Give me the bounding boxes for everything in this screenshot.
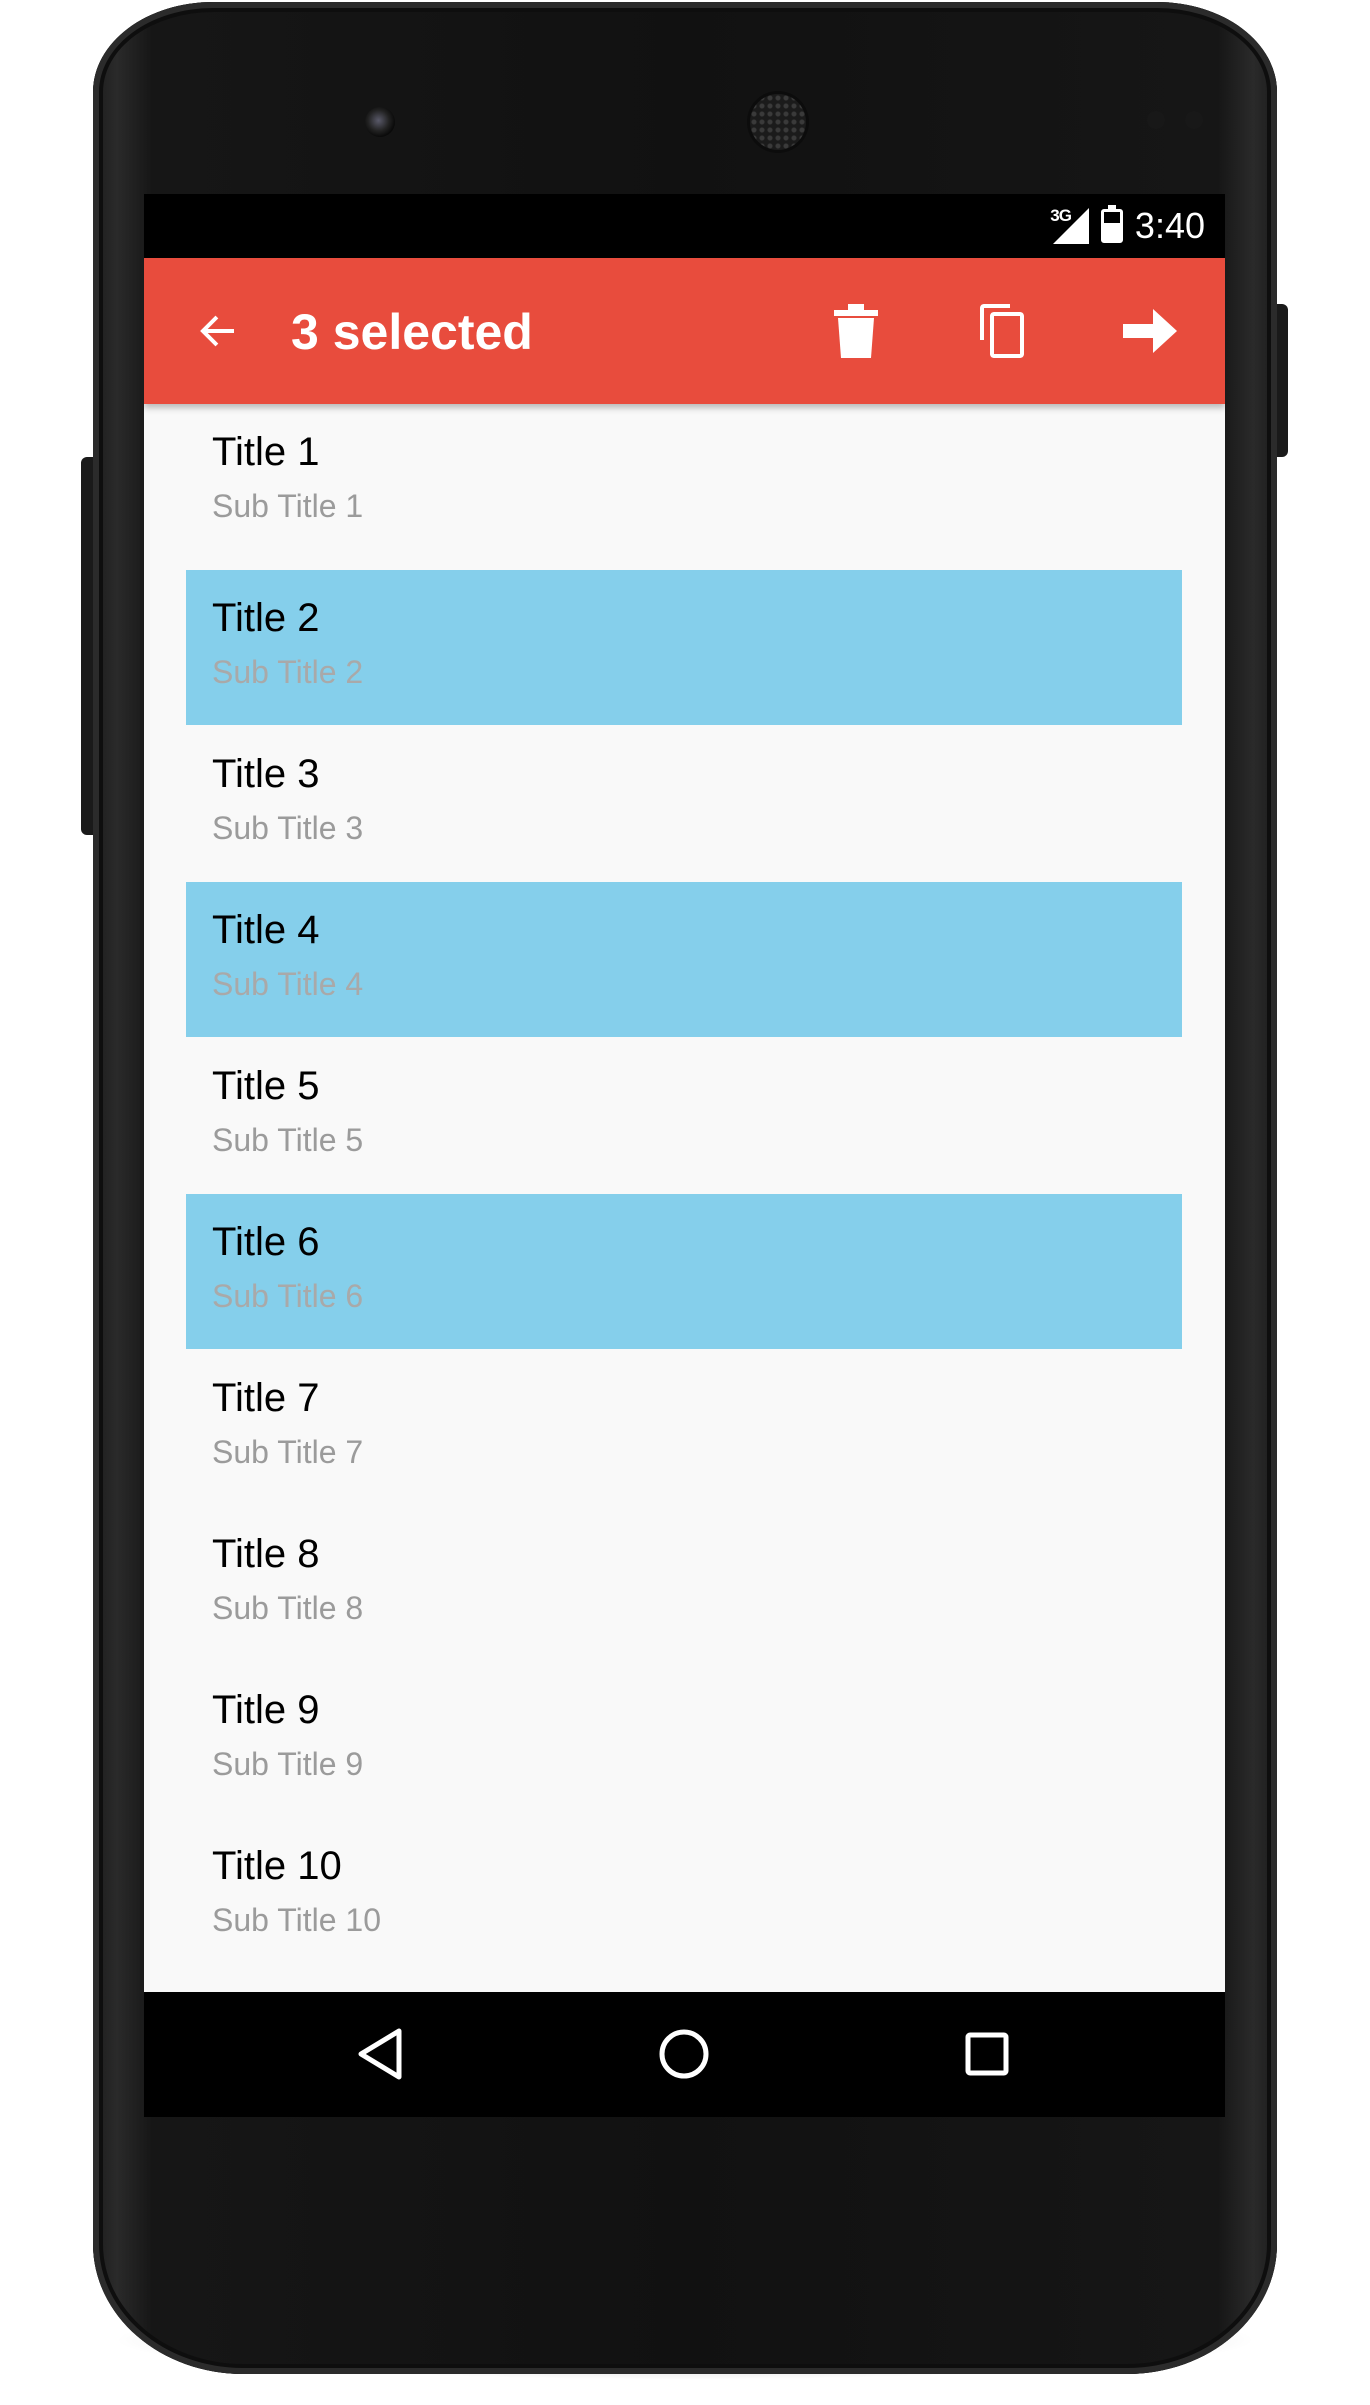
nav-home-circle-icon <box>659 2029 709 2079</box>
delete-icon <box>834 304 878 358</box>
item-title: Title 10 <box>212 1844 342 1888</box>
list-item[interactable]: Title 3 Sub Title 3 <box>186 726 1182 881</box>
selection-count-title: 3 selected <box>291 304 533 360</box>
item-subtitle: Sub Title 4 <box>212 966 364 1002</box>
delete-button[interactable] <box>816 291 896 371</box>
device-stage: 3G 3:40 3 selected Title 1 Sub Title 1 T… <box>0 0 1370 2405</box>
forward-arrow-icon <box>1123 309 1177 353</box>
item-title: Title 5 <box>212 1064 320 1108</box>
item-title: Title 6 <box>212 1220 320 1264</box>
nav-back-button[interactable] <box>340 2014 420 2094</box>
list-item[interactable]: Title 8 Sub Title 8 <box>186 1506 1182 1661</box>
proximity-sensor-icon <box>1147 111 1165 129</box>
copy-icon <box>980 304 1024 358</box>
list-item[interactable]: Title 4 Sub Title 4 <box>186 882 1182 1037</box>
item-title: Title 7 <box>212 1376 320 1420</box>
item-subtitle: Sub Title 1 <box>212 488 364 524</box>
item-title: Title 2 <box>212 596 320 640</box>
item-subtitle: Sub Title 5 <box>212 1122 364 1158</box>
list-item[interactable]: Title 10 Sub Title 10 <box>186 1818 1182 1973</box>
item-subtitle: Sub Title 6 <box>212 1278 364 1314</box>
list-item[interactable]: Title 5 Sub Title 5 <box>186 1038 1182 1193</box>
earpiece-speaker-icon <box>750 94 806 150</box>
item-title: Title 1 <box>212 430 320 474</box>
item-title: Title 9 <box>212 1688 320 1732</box>
nav-recents-square-icon <box>965 2032 1009 2076</box>
item-list: Title 1 Sub Title 1 Title 2 Sub Title 2 … <box>144 404 1225 1992</box>
battery-icon <box>1100 205 1123 243</box>
item-title: Title 3 <box>212 752 320 796</box>
front-camera-icon <box>365 107 395 137</box>
status-bar: 3G 3:40 <box>144 194 1225 258</box>
item-subtitle: Sub Title 7 <box>212 1434 364 1470</box>
nav-home-button[interactable] <box>644 2014 724 2094</box>
item-subtitle: Sub Title 10 <box>212 1902 381 1938</box>
item-subtitle: Sub Title 2 <box>212 654 364 690</box>
list-item[interactable]: Title 1 Sub Title 1 <box>186 404 1182 559</box>
phone-screen: 3G 3:40 3 selected Title 1 Sub Title 1 T… <box>144 194 1225 2117</box>
back-button[interactable] <box>178 291 258 371</box>
item-subtitle: Sub Title 3 <box>212 810 364 846</box>
item-title: Title 8 <box>212 1532 320 1576</box>
list-item[interactable]: Title 7 Sub Title 7 <box>186 1350 1182 1505</box>
nav-recents-button[interactable] <box>947 2014 1027 2094</box>
item-subtitle: Sub Title 8 <box>212 1590 364 1626</box>
system-navigation-bar <box>144 1992 1225 2117</box>
item-subtitle: Sub Title 9 <box>212 1746 364 1782</box>
arrow-back-icon <box>200 315 234 347</box>
contextual-action-bar: 3 selected <box>144 258 1225 404</box>
nav-back-triangle-icon <box>358 2028 402 2080</box>
list-item[interactable]: Title 2 Sub Title 2 <box>186 570 1182 725</box>
status-indicators: 3G 3:40 <box>1050 204 1205 248</box>
forward-button[interactable] <box>1110 291 1190 371</box>
item-title: Title 4 <box>212 908 320 952</box>
list-item[interactable]: Title 6 Sub Title 6 <box>186 1194 1182 1349</box>
list-item[interactable]: Title 9 Sub Title 9 <box>186 1662 1182 1817</box>
status-clock: 3:40 <box>1134 205 1205 246</box>
copy-button[interactable] <box>963 291 1043 371</box>
light-sensor-icon <box>1185 111 1203 129</box>
network-type-label: 3G <box>1050 206 1072 225</box>
